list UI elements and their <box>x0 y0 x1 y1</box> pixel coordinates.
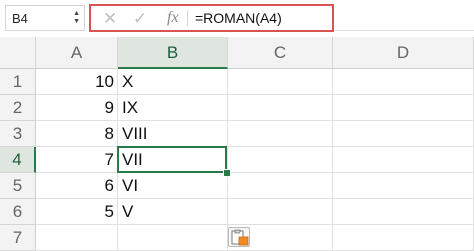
confirm-icon[interactable]: ✓ <box>133 9 147 29</box>
row-header-6[interactable]: 6 <box>0 199 36 225</box>
cell-d6[interactable] <box>333 199 474 225</box>
row-header-2[interactable]: 2 <box>0 95 36 121</box>
formula-separator <box>187 10 188 26</box>
row-header-1[interactable]: 1 <box>0 69 36 95</box>
cell-a7[interactable] <box>36 225 118 251</box>
cell-c5[interactable] <box>228 173 333 199</box>
column-header-a[interactable]: A <box>36 37 118 69</box>
formula-input[interactable]: =ROMAN(A4) <box>195 10 282 26</box>
column-header-b[interactable]: B <box>118 37 228 69</box>
cell-d1[interactable] <box>333 69 474 95</box>
name-box[interactable]: B4 ▲ ▼ <box>5 5 85 31</box>
column-header-d[interactable]: D <box>333 37 474 69</box>
cell-b1[interactable]: X <box>118 69 228 95</box>
row-header-7[interactable]: 7 <box>0 225 36 251</box>
cancel-icon[interactable]: ✕ <box>103 9 117 29</box>
cell-a2[interactable]: 9 <box>36 95 118 121</box>
cell-d2[interactable] <box>333 95 474 121</box>
cell-c6[interactable] <box>228 199 333 225</box>
formula-input-area[interactable]: ✕ ✓ fx =ROMAN(A4) <box>89 4 334 32</box>
column-header-c[interactable]: C <box>228 37 333 69</box>
cell-b2[interactable]: IX <box>118 95 228 121</box>
cell-a3[interactable]: 8 <box>36 121 118 147</box>
row-header-3[interactable]: 3 <box>0 121 36 147</box>
cell-c3[interactable] <box>228 121 333 147</box>
cell-c1[interactable] <box>228 69 333 95</box>
cell-d4[interactable] <box>333 147 474 173</box>
cell-b7[interactable] <box>118 225 228 251</box>
formula-bar: B4 ▲ ▼ ✕ ✓ fx =ROMAN(A4) <box>0 0 474 36</box>
row-header-5[interactable]: 5 <box>0 173 36 199</box>
cell-d3[interactable] <box>333 121 474 147</box>
cell-d7[interactable] <box>333 225 474 251</box>
paste-options-button[interactable] <box>228 227 250 247</box>
cell-b6[interactable]: V <box>118 199 228 225</box>
cell-a5[interactable]: 6 <box>36 173 118 199</box>
cell-b5[interactable]: VI <box>118 173 228 199</box>
name-box-stepper-icon[interactable]: ▲ ▼ <box>73 10 80 26</box>
cell-b3[interactable]: VIII <box>118 121 228 147</box>
row-header-4[interactable]: 4 <box>0 147 36 173</box>
cell-c4[interactable] <box>228 147 333 173</box>
cell-a6[interactable]: 5 <box>36 199 118 225</box>
function-icon[interactable]: fx <box>167 9 179 27</box>
spreadsheet-grid: A B C D 1 10 X 2 9 IX 3 8 VIII 4 7 VII 5… <box>0 37 474 251</box>
cell-a1[interactable]: 10 <box>36 69 118 95</box>
cell-d5[interactable] <box>333 173 474 199</box>
formula-bar-extension <box>334 8 474 31</box>
select-all-corner[interactable] <box>0 37 36 69</box>
cell-b4[interactable]: VII <box>118 147 228 173</box>
fill-handle[interactable] <box>223 169 231 177</box>
name-box-value: B4 <box>12 11 28 26</box>
cell-a4[interactable]: 7 <box>36 147 118 173</box>
cell-c2[interactable] <box>228 95 333 121</box>
paste-options-icon <box>231 229 249 246</box>
